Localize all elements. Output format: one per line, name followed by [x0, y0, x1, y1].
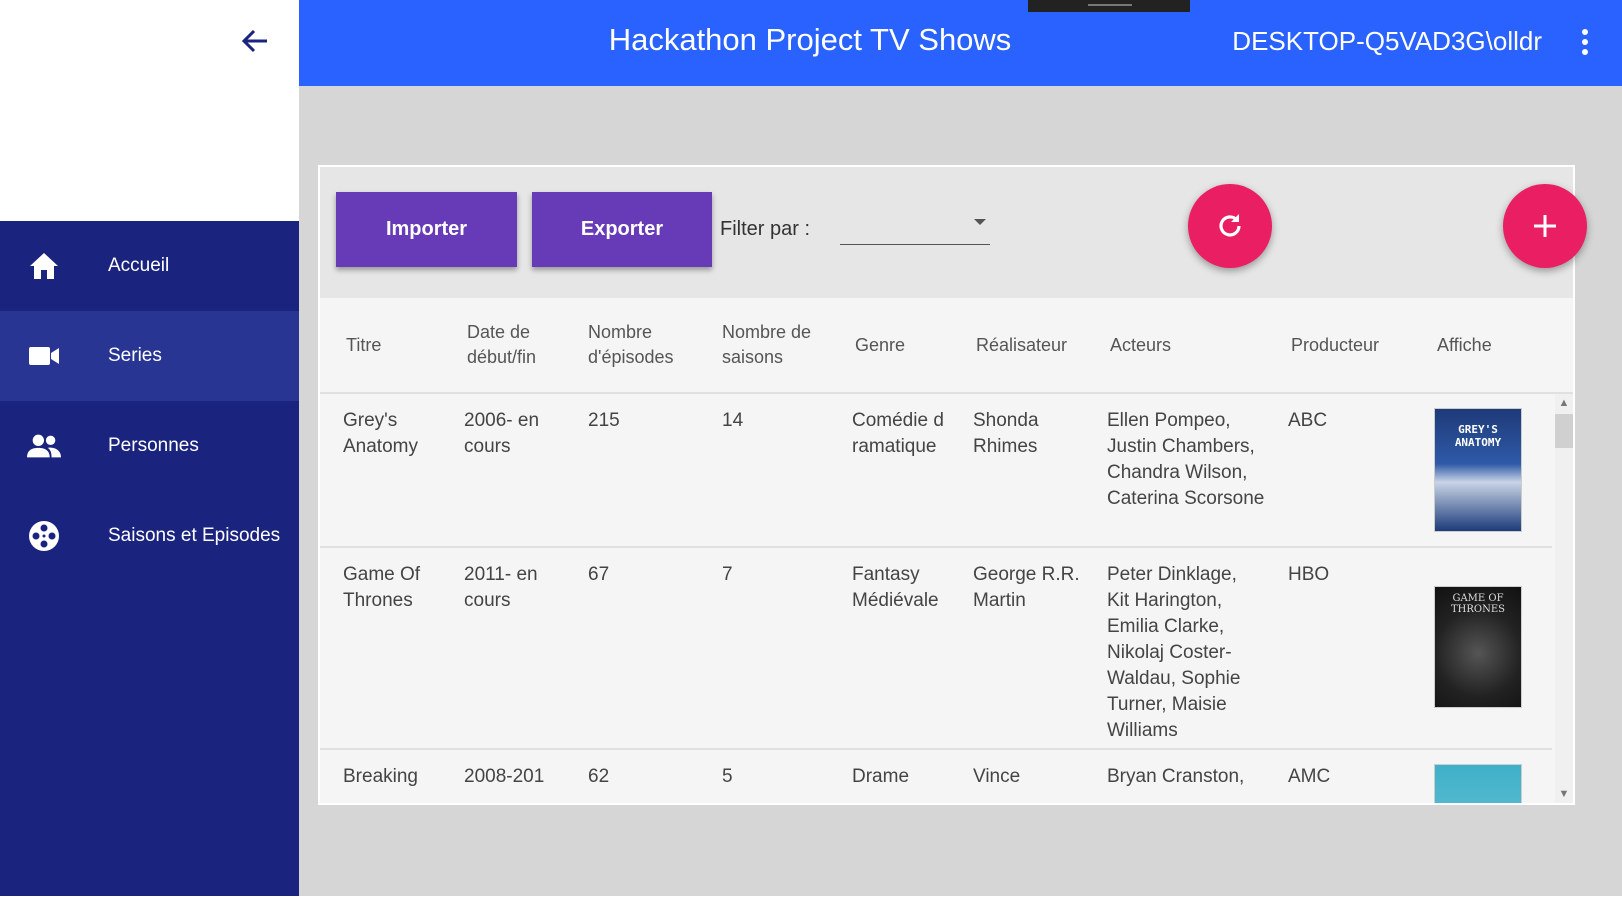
column-header-dates[interactable]: Date de début/fin [467, 298, 577, 392]
cell-episodes: 215 [588, 410, 620, 431]
sidebar-item-personnes[interactable]: Personnes [0, 401, 299, 491]
column-header-producteur[interactable]: Producteur [1291, 298, 1411, 392]
column-header-affiche[interactable]: Affiche [1437, 298, 1547, 392]
cell-genre: Fantasy Médiévale [852, 564, 939, 611]
scrollbar-thumb[interactable] [1555, 414, 1573, 448]
series-panel: Importer Exporter Filter par : Titre Dat… [318, 165, 1587, 805]
cell-titre: Grey's Anatomy [343, 410, 418, 457]
cell-producteur: AMC [1288, 766, 1331, 787]
add-series-button[interactable] [1503, 184, 1587, 268]
column-header-realisateur[interactable]: Réalisateur [976, 298, 1096, 392]
table-row[interactable]: Grey's Anatomy 2006- en cours 215 14 Com… [320, 394, 1552, 548]
column-header-titre[interactable]: Titre [346, 298, 456, 392]
cell-saisons: 7 [722, 564, 733, 585]
poster-image [1434, 764, 1522, 803]
cell-saisons: 5 [722, 766, 733, 787]
series-toolbar: Importer Exporter Filter par : [320, 167, 1587, 298]
sidebar-item-label: Accueil [108, 255, 170, 276]
plus-icon [1534, 215, 1556, 237]
film-reel-icon [27, 519, 61, 553]
cell-titre: Game Of Thrones [343, 564, 421, 611]
app-bar: Hackathon Project TV Shows DESKTOP-Q5VAD… [299, 0, 1622, 86]
sidebar-item-series[interactable]: Series [0, 311, 299, 401]
back-arrow-icon[interactable] [238, 24, 272, 58]
window-notch [1028, 0, 1190, 12]
cell-realisateur: George R.R. Martin [973, 564, 1080, 611]
cell-episodes: 62 [588, 766, 610, 787]
cell-dates: 2006- en cours [464, 410, 540, 457]
user-name: DESKTOP-Q5VAD3G\olldr [1232, 26, 1542, 56]
table-body: Grey's Anatomy 2006- en cours 215 14 Com… [320, 394, 1573, 803]
video-camera-icon [27, 339, 61, 373]
import-button[interactable]: Importer [336, 192, 517, 267]
column-header-genre[interactable]: Genre [855, 298, 965, 392]
cell-realisateur: Vince [973, 766, 1021, 787]
cell-producteur: HBO [1288, 564, 1330, 585]
cell-genre: Comédie dramatique [852, 410, 944, 457]
cell-saisons: 14 [722, 410, 744, 431]
sidebar-item-saisons-episodes[interactable]: Saisons et Episodes [0, 491, 299, 581]
sidebar-item-label: Saisons et Episodes [108, 525, 281, 546]
scroll-up-arrow-icon[interactable]: ▲ [1555, 394, 1573, 412]
cell-producteur: ABC [1288, 410, 1328, 431]
sidebar-item-label: Personnes [108, 435, 199, 456]
refresh-button[interactable] [1188, 184, 1272, 268]
refresh-icon [1219, 214, 1241, 237]
sidebar-item-accueil[interactable]: Accueil [0, 221, 299, 311]
cell-genre: Drame [852, 766, 910, 787]
cell-acteurs: Ellen Pompeo, Justin Chambers, Chandra W… [1107, 410, 1265, 509]
home-icon [27, 249, 61, 283]
column-header-episodes[interactable]: Nombre d'épisodes [588, 298, 703, 392]
cell-acteurs: Peter Dinklage, Kit Harington, Emilia Cl… [1107, 564, 1241, 741]
table-row[interactable]: Breaking 2008-201 62 5 Drame Vince Bryan… [320, 750, 1552, 803]
filter-label: Filter par : [720, 218, 811, 240]
cell-titre: Breaking [343, 766, 418, 787]
sidebar-nav: Accueil Series Personnes Saisons et Epis… [0, 221, 299, 896]
bottom-strip [0, 896, 1622, 901]
more-vert-icon[interactable] [1570, 22, 1600, 62]
table-row[interactable]: Game Of Thrones 2011- en cours 67 7 Fant… [320, 548, 1552, 750]
poster-image: GAME OF THRONES [1434, 586, 1522, 708]
cell-dates: 2011- en cours [464, 564, 538, 611]
column-header-saisons[interactable]: Nombre de saisons [722, 298, 832, 392]
filter-dropdown[interactable] [840, 212, 990, 245]
sidebar-header [0, 0, 299, 221]
poster-title: GAME OF THRONES [1450, 593, 1506, 615]
poster-title: GREY'S ANATOMY [1454, 423, 1502, 449]
export-button[interactable]: Exporter [532, 192, 712, 267]
table-scrollbar[interactable]: ▲ ▼ [1555, 394, 1573, 803]
cell-realisateur: Shonda Rhimes [973, 410, 1039, 457]
table-header: Titre Date de début/fin Nombre d'épisode… [320, 298, 1573, 394]
cell-dates: 2008-201 [464, 766, 545, 787]
poster-image: GREY'S ANATOMY [1434, 408, 1522, 532]
sidebar-item-label: Series [108, 345, 162, 366]
cell-acteurs: Bryan Cranston, [1107, 766, 1245, 787]
people-icon [27, 429, 61, 463]
cell-episodes: 67 [588, 564, 610, 585]
scroll-down-arrow-icon[interactable]: ▼ [1555, 785, 1573, 803]
dropdown-arrow-icon [974, 219, 986, 225]
page-title: Hackathon Project TV Shows [608, 22, 1012, 57]
column-header-acteurs[interactable]: Acteurs [1110, 298, 1260, 392]
